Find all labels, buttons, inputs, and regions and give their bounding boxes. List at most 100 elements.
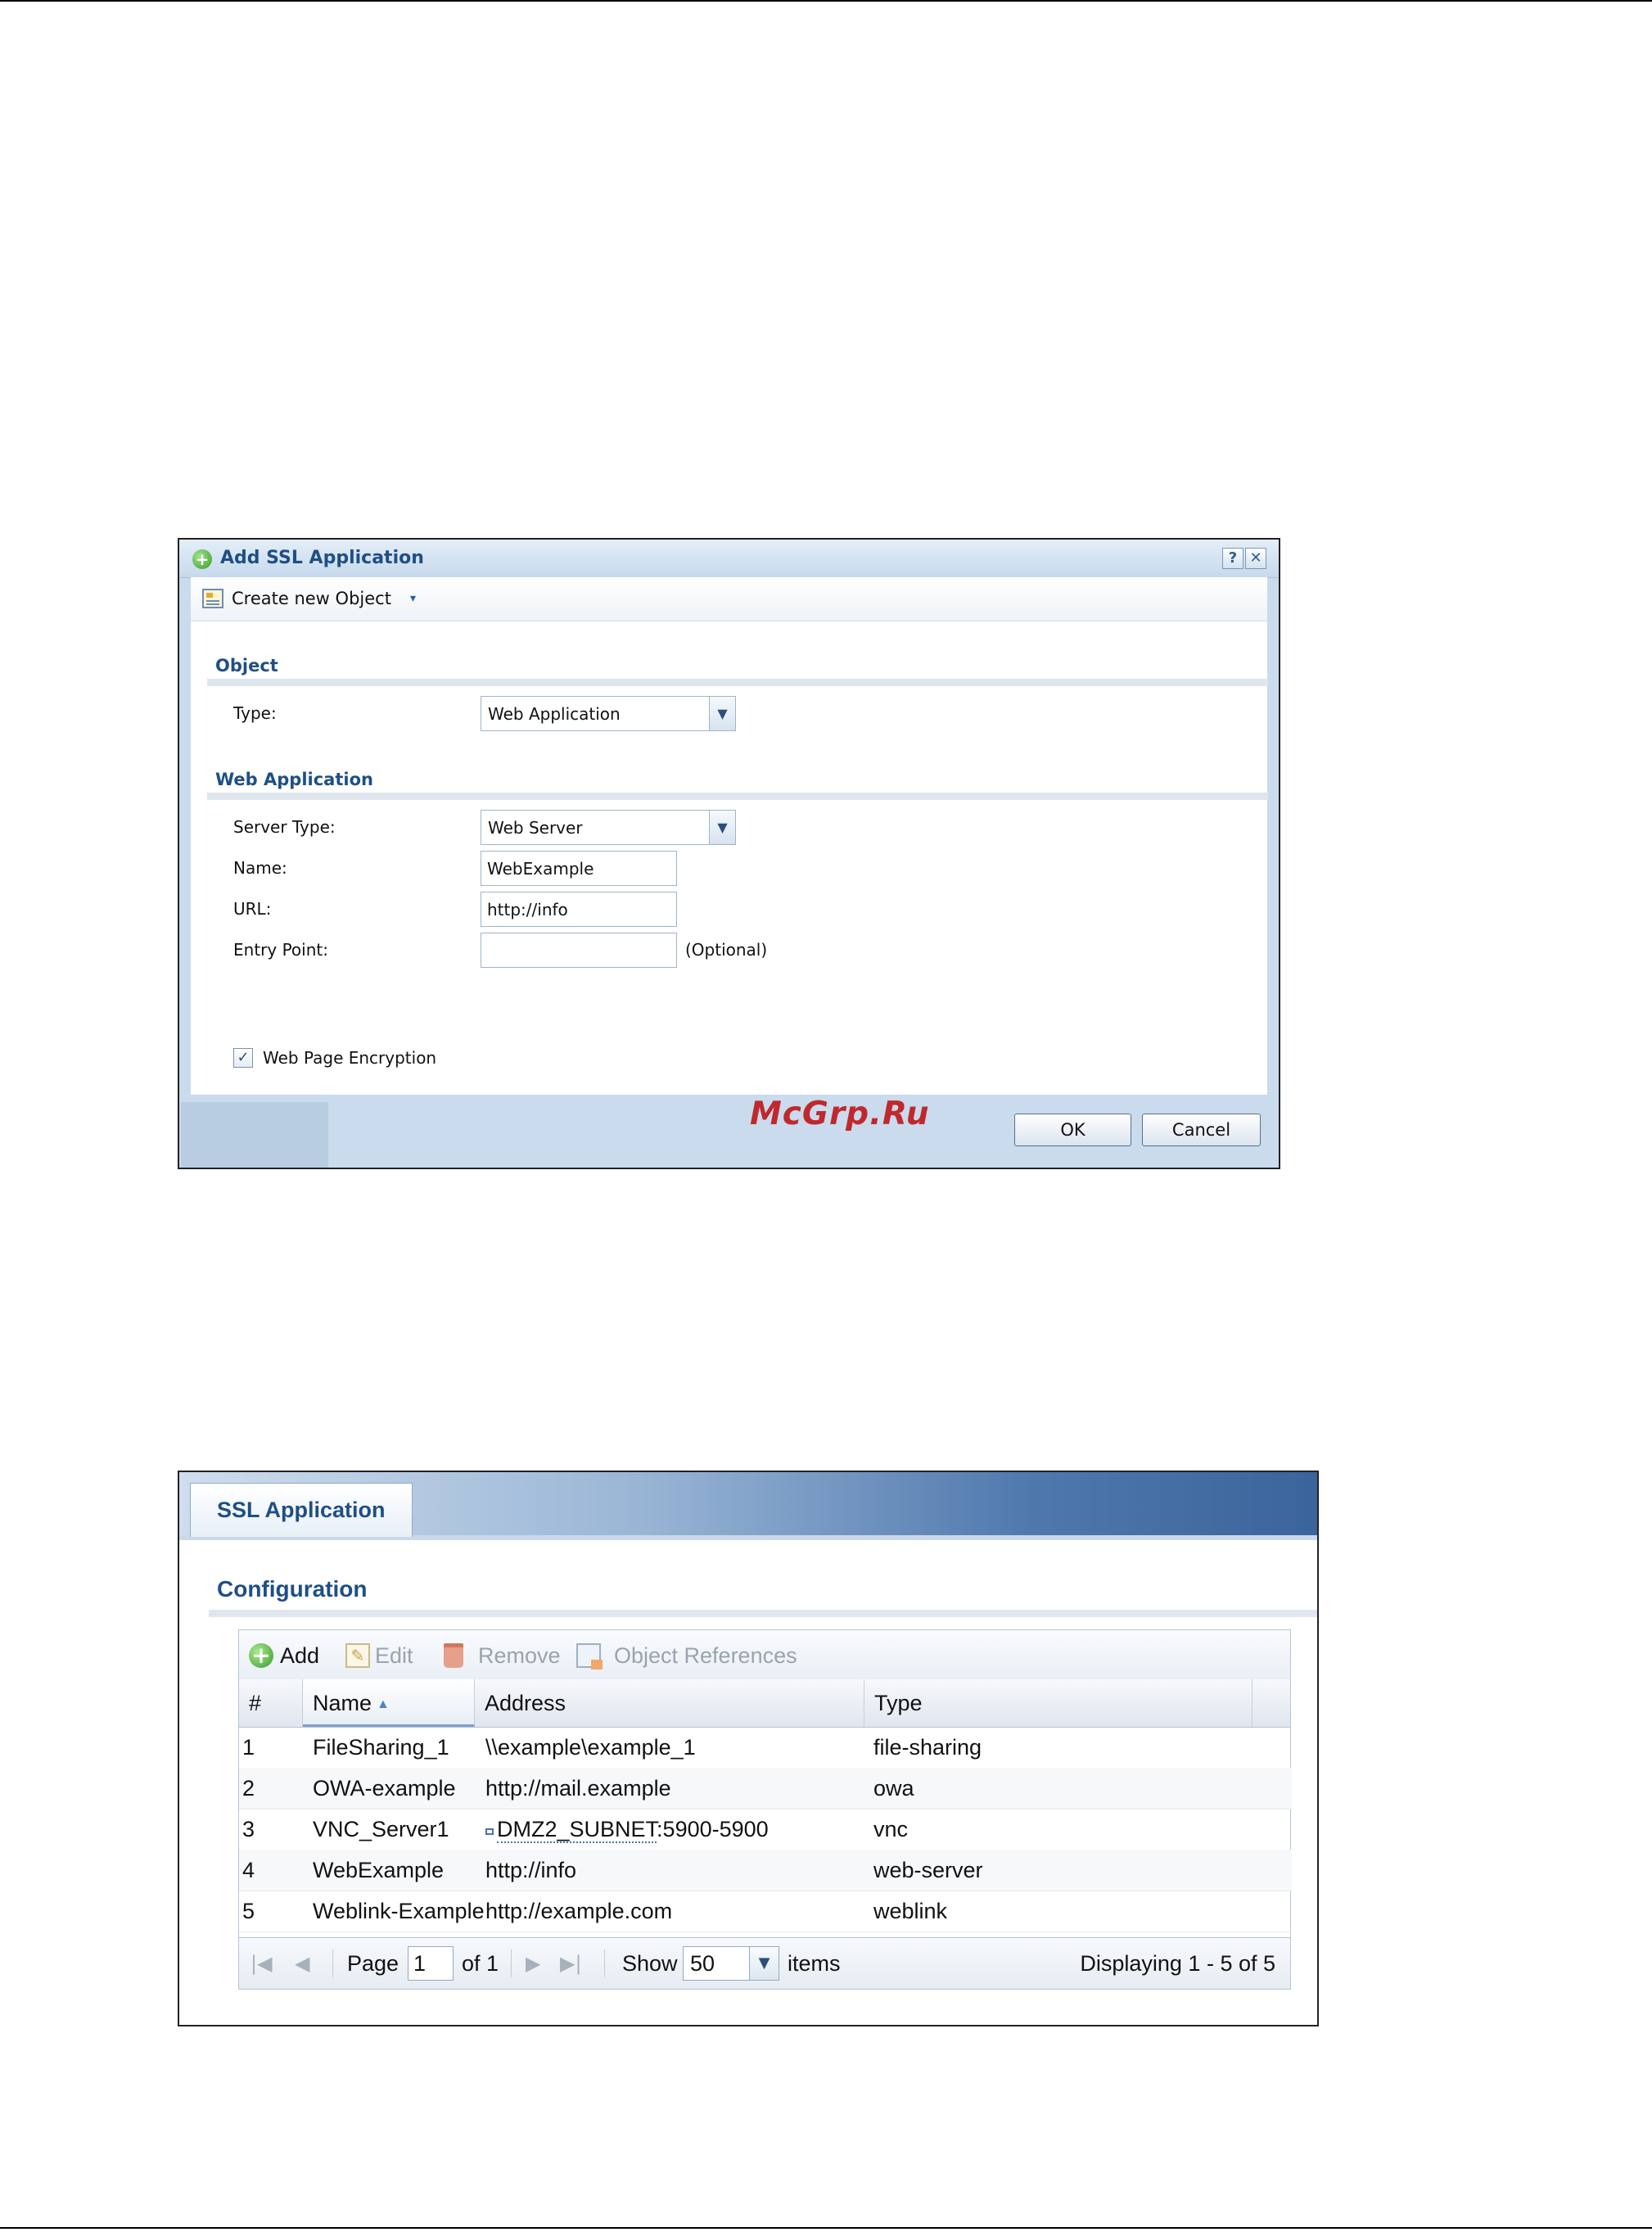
- table-row[interactable]: 5 Weblink-Example http://example.com web…: [239, 1891, 1292, 1932]
- server-type-value: Web Server: [488, 818, 583, 838]
- optional-hint: (Optional): [685, 940, 768, 960]
- show-label: Show: [622, 1951, 678, 1976]
- close-button[interactable]: ✕: [1245, 548, 1266, 569]
- dialog-title-bar: + Add SSL Application ? ✕: [179, 540, 1279, 578]
- row-number: 4: [242, 1858, 255, 1882]
- items-per-page-value: 50: [690, 1951, 715, 1976]
- row-name: WebExample: [313, 1858, 445, 1882]
- row-type: vnc: [873, 1817, 909, 1841]
- entry-point-field[interactable]: [481, 933, 677, 968]
- type-label: Type:: [233, 703, 277, 723]
- chevron-down-icon[interactable]: ▼: [709, 697, 735, 730]
- object-icon: [202, 589, 223, 608]
- row-address: http://example.com: [485, 1899, 673, 1923]
- row-address-ports: :5900-5900: [657, 1817, 769, 1841]
- table-row[interactable]: 4 WebExample http://info web-server: [239, 1850, 1292, 1891]
- column-header-name[interactable]: Name ▲: [303, 1679, 475, 1727]
- web-page-encryption-checkbox[interactable]: ✓: [233, 1048, 253, 1068]
- sort-ascending-icon: ▲: [377, 1697, 390, 1711]
- server-type-label: Server Type:: [233, 817, 336, 837]
- chevron-down-icon[interactable]: ▼: [709, 811, 735, 844]
- footer-decoration: [181, 1102, 328, 1168]
- pagination-bar: |◀ ◀ Page 1 of 1 ▶ ▶| Show 50 ▼ items Di…: [239, 1937, 1290, 1989]
- subnet-object-icon: [485, 1828, 494, 1835]
- table-row[interactable]: 1 FileSharing_1 \\example\example_1 file…: [239, 1727, 1292, 1769]
- tab-ssl-application[interactable]: SSL Application: [190, 1483, 413, 1537]
- trash-icon: [444, 1643, 463, 1668]
- column-header-name-label: Name: [313, 1691, 372, 1715]
- edit-icon: ✎: [345, 1643, 370, 1668]
- row-type: weblink: [873, 1899, 948, 1923]
- row-type: file-sharing: [873, 1735, 982, 1760]
- name-field[interactable]: WebExample: [481, 851, 677, 886]
- web-page-encryption-label: Web Page Encryption: [263, 1048, 437, 1068]
- page-label: Page: [347, 1951, 399, 1976]
- row-name: OWA-example: [313, 1776, 456, 1801]
- entry-point-label: Entry Point:: [233, 940, 328, 960]
- cancel-button[interactable]: Cancel: [1142, 1114, 1261, 1146]
- pager-divider: [332, 1950, 333, 1977]
- page-count-label: of 1: [462, 1951, 499, 1976]
- object-references-button[interactable]: Object References: [614, 1643, 797, 1668]
- add-button[interactable]: Add: [280, 1643, 319, 1668]
- dialog-toolbar: Create new Object ▾: [191, 577, 1267, 621]
- pager-divider: [511, 1950, 512, 1977]
- section-divider: [207, 793, 1268, 800]
- table-toolbar: + Add ✎ Edit Remove Object References: [239, 1630, 1290, 1680]
- type-select[interactable]: Web Application ▼: [481, 696, 736, 731]
- url-field[interactable]: http://info: [481, 892, 677, 927]
- table-header: # Name ▲ Address Type: [239, 1679, 1290, 1728]
- ssl-application-panel: SSL Application Configuration + Add ✎ Ed…: [178, 1471, 1319, 2026]
- section-title-object: Object: [215, 656, 278, 675]
- row-type: owa: [873, 1776, 914, 1801]
- row-name: VNC_Server1: [313, 1817, 449, 1841]
- type-select-value: Web Application: [488, 704, 621, 724]
- server-type-select[interactable]: Web Server ▼: [481, 810, 736, 845]
- watermark: McGrp.Ru: [750, 1096, 930, 1132]
- section-divider: [209, 1610, 1317, 1617]
- create-new-object-menu[interactable]: Create new Object: [232, 588, 391, 609]
- last-page-icon[interactable]: ▶|: [560, 1951, 582, 1976]
- displaying-status: Displaying 1 - 5 of 5: [1080, 1951, 1275, 1976]
- ok-button[interactable]: OK: [1014, 1114, 1131, 1146]
- bottom-rule: [0, 2227, 1652, 2229]
- dialog-title: Add SSL Application: [220, 548, 424, 568]
- row-name: Weblink-Example: [313, 1899, 485, 1923]
- row-address: \\example\example_1: [485, 1735, 696, 1760]
- items-per-page-select[interactable]: 50 ▼: [683, 1946, 779, 1981]
- row-number: 3: [242, 1817, 255, 1841]
- row-name: FileSharing_1: [313, 1735, 449, 1760]
- row-number: 5: [242, 1899, 255, 1923]
- pager-divider: [604, 1950, 605, 1977]
- remove-button[interactable]: Remove: [478, 1643, 561, 1668]
- add-ssl-application-dialog: + Add SSL Application ? ✕ Create new Obj…: [178, 538, 1280, 1169]
- row-number: 2: [242, 1776, 255, 1801]
- help-button[interactable]: ?: [1222, 548, 1244, 569]
- section-divider: [207, 679, 1268, 686]
- tab-label: SSL Application: [217, 1498, 386, 1522]
- add-icon[interactable]: +: [249, 1643, 273, 1668]
- column-header-number[interactable]: #: [239, 1679, 303, 1727]
- row-address: DMZ2_SUBNET:5900-5900: [485, 1809, 769, 1850]
- table-row[interactable]: 2 OWA-example http://mail.example owa: [239, 1768, 1292, 1810]
- dialog-body: Create new Object ▾ Object Type: Web App…: [191, 577, 1268, 1095]
- column-header-type[interactable]: Type: [864, 1679, 1253, 1727]
- add-icon: +: [192, 549, 212, 569]
- row-address: http://info: [485, 1858, 577, 1882]
- row-address: http://mail.example: [485, 1776, 671, 1801]
- next-page-icon[interactable]: ▶: [526, 1951, 540, 1976]
- page-number-input[interactable]: 1: [408, 1946, 454, 1981]
- table-row[interactable]: 3 VNC_Server1 DMZ2_SUBNET:5900-5900 vnc: [239, 1809, 1292, 1850]
- subnet-object-link[interactable]: DMZ2_SUBNET: [497, 1817, 657, 1843]
- chevron-down-icon[interactable]: ▾: [410, 588, 416, 609]
- chevron-down-icon[interactable]: ▼: [749, 1947, 779, 1980]
- edit-button[interactable]: Edit: [375, 1643, 413, 1668]
- top-rule: [0, 0, 1652, 2]
- name-label: Name:: [233, 858, 287, 878]
- previous-page-icon[interactable]: ◀: [295, 1951, 309, 1976]
- object-references-icon: [576, 1643, 603, 1669]
- section-title-web-application: Web Application: [215, 770, 373, 789]
- column-header-address[interactable]: Address: [475, 1679, 864, 1727]
- first-page-icon[interactable]: |◀: [251, 1951, 273, 1976]
- row-type: web-server: [873, 1858, 983, 1882]
